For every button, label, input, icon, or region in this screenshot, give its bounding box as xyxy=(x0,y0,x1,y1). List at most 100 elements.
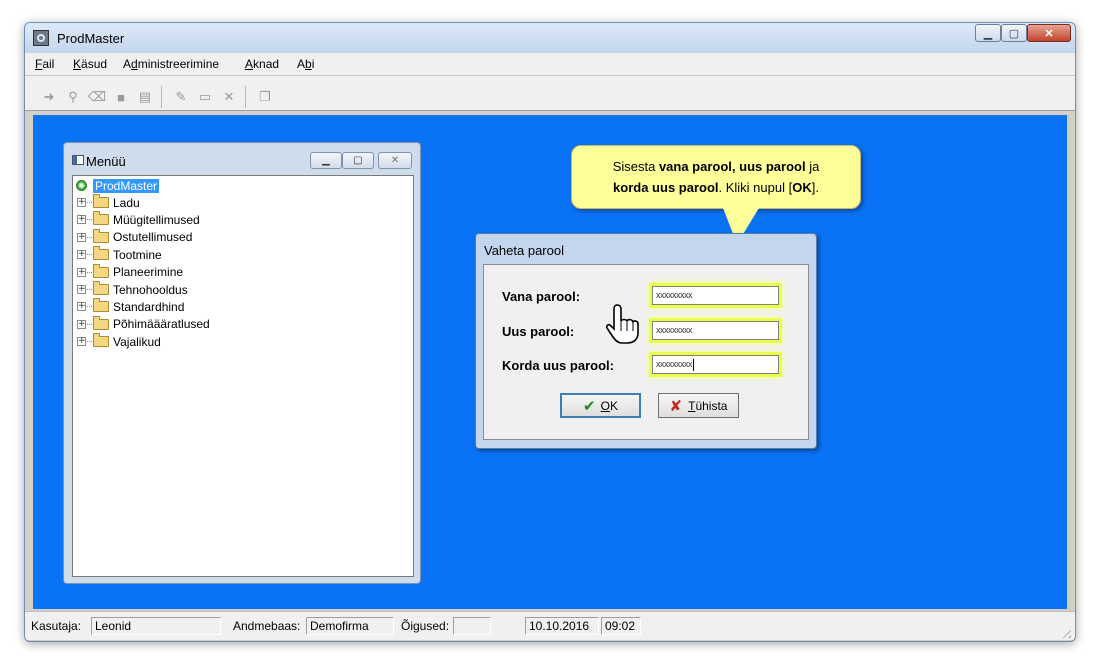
change-password-dialog: Vaheta parool Vana parool: xxxxxxxxx Uus… xyxy=(475,233,817,449)
callout-text: vana parool, uus parool xyxy=(658,159,806,174)
tree-item[interactable]: + Ostutellimused xyxy=(73,228,192,246)
minimize-button[interactable]: ▁ xyxy=(975,24,1001,42)
callout-text: OK xyxy=(792,180,812,195)
tree-connector xyxy=(87,306,92,308)
tree-item-label: Müügitellimused xyxy=(113,212,200,227)
callout-text: . Kliki nupul [ xyxy=(718,180,793,195)
tree-connector xyxy=(87,289,92,290)
folder-icon xyxy=(93,315,109,330)
expand-icon[interactable]: + xyxy=(77,232,86,242)
menu-window-title: Menüü xyxy=(86,154,126,169)
time-value: 09:02 xyxy=(601,617,641,635)
menu-administreerimine[interactable]: Administreerimine xyxy=(123,57,219,71)
ok-button[interactable]: ✔ OK xyxy=(560,393,641,418)
window-icon xyxy=(72,155,84,165)
tree-item[interactable]: + Standardhind xyxy=(73,298,184,315)
folder-icon xyxy=(93,246,109,261)
tree-item-label: Planeerimine xyxy=(113,265,184,280)
close-button[interactable]: ✕ xyxy=(1027,24,1071,42)
menu-abi[interactable]: Abi xyxy=(297,57,314,71)
open-folder-icon[interactable]: ▭ xyxy=(195,87,215,107)
callout-text: korda uus parool xyxy=(613,180,719,195)
menu-window: Menüü ▁ ▢ ✕ ProdMaster + Ladu + Müügitellimu… xyxy=(63,142,421,584)
tree-item[interactable]: + Müügitellimused xyxy=(73,211,200,228)
tree-connector xyxy=(87,219,92,221)
old-password-field[interactable]: xxxxxxxxx xyxy=(652,286,779,305)
expand-icon[interactable]: + xyxy=(77,198,86,207)
eraser-icon[interactable]: ⌫ xyxy=(87,87,107,107)
date-value: 10.10.2016 xyxy=(525,617,599,635)
tree-item[interactable]: + Vajalikud xyxy=(73,333,161,350)
expand-icon[interactable]: + xyxy=(77,215,86,225)
title-bar[interactable]: ProdMaster ▁ ▢ ✕ xyxy=(25,23,1075,53)
folder-icon xyxy=(93,263,109,278)
tree-connector xyxy=(87,271,92,273)
cross-icon: ✘ xyxy=(669,396,683,415)
minimize-button[interactable]: ▁ xyxy=(310,152,342,169)
window-title: ProdMaster xyxy=(57,31,125,46)
folder-icon xyxy=(93,333,109,348)
callout-text: ja xyxy=(805,159,820,174)
close-button[interactable]: ✕ xyxy=(378,152,412,169)
expand-icon[interactable]: + xyxy=(77,337,86,347)
menu-bar: Fail Käsud Administreerimine Aknad Abi xyxy=(25,53,1075,76)
resize-grip[interactable] xyxy=(1059,626,1071,638)
login-icon[interactable]: ➜ xyxy=(39,87,59,107)
tree-item[interactable]: + Tehnohooldus xyxy=(73,281,188,298)
folder-icon xyxy=(93,298,109,313)
expand-icon[interactable]: + xyxy=(77,267,86,277)
user-value: Leonid xyxy=(91,617,221,635)
new-doc-icon[interactable]: ✎ xyxy=(171,87,191,107)
tree-item-label: Põhimäääratlused xyxy=(113,317,210,332)
rights-label: Õigused: xyxy=(401,619,450,633)
expand-icon[interactable]: + xyxy=(77,302,86,312)
rights-value xyxy=(453,617,491,635)
stop-icon[interactable]: ■ xyxy=(111,87,131,107)
tree-connector xyxy=(87,341,92,343)
maximize-button[interactable]: ▢ xyxy=(1001,24,1027,42)
copy-window-icon[interactable]: ❐ xyxy=(255,87,275,107)
database-label: Andmebaas: xyxy=(233,619,301,633)
expand-icon[interactable]: + xyxy=(77,250,86,260)
tree-item[interactable]: + Planeerimine xyxy=(73,263,184,281)
callout-text: ]. xyxy=(811,180,819,195)
tree-item[interactable]: + Ladu xyxy=(73,194,140,211)
user-label: Kasutaja: xyxy=(31,619,82,633)
menu-fail[interactable]: Fail xyxy=(35,57,54,71)
tree-item-label: Vajalikud xyxy=(113,334,161,349)
callout-text: Sisesta xyxy=(612,159,659,174)
expand-icon[interactable]: + xyxy=(77,285,86,294)
cancel-button[interactable]: ✘ Tühista xyxy=(658,393,739,418)
expand-icon[interactable]: + xyxy=(77,319,86,329)
main-window: ProdMaster ▁ ▢ ✕ Fail Käsud Administreerim… xyxy=(24,22,1076,642)
tree-item-label: Standardhind xyxy=(113,299,185,314)
find-icon[interactable]: ⚲ xyxy=(63,87,83,107)
tree-item[interactable]: + Tootmine xyxy=(73,246,162,263)
tree-connector xyxy=(87,254,92,256)
new-password-field[interactable]: xxxxxxxxx xyxy=(652,321,779,340)
mdi-workspace: Menüü ▁ ▢ ✕ ProdMaster + Ladu + Müügitellimu… xyxy=(33,115,1067,609)
menu-aknad[interactable]: Aknad xyxy=(245,57,279,71)
toolbar: ➜ ⚲ ⌫ ■ ▤ ✎ ▭ ✕ ❐ xyxy=(25,76,1075,111)
tree-item-label: Tootmine xyxy=(113,247,162,262)
tree-item-label: Tehnohooldus xyxy=(113,282,188,297)
folder-icon xyxy=(93,228,109,243)
page-icon[interactable]: ▤ xyxy=(135,87,155,107)
menu-ksud[interactable]: Käsud xyxy=(73,57,107,71)
tree-root-label: ProdMaster xyxy=(93,178,160,193)
repeat-password-field[interactable]: xxxxxxxxx xyxy=(652,355,779,374)
ok-label: OK xyxy=(600,398,618,413)
dialog-body: Vana parool: xxxxxxxxx Uus parool: xxxxx… xyxy=(483,264,809,440)
tree-item[interactable]: + Põhimäääratlused xyxy=(73,315,210,333)
tree-root[interactable]: ProdMaster xyxy=(73,177,160,194)
tree-item-label: Ladu xyxy=(113,195,140,210)
hand-cursor-icon xyxy=(605,304,639,344)
toolbar-separator xyxy=(161,86,162,108)
status-bar: Kasutaja: Leonid Andmebaas: Demofirma Õi… xyxy=(25,611,1075,640)
maximize-button[interactable]: ▢ xyxy=(342,152,374,169)
instruction-callout: Sisesta vana parool, uus parool ja korda… xyxy=(571,145,861,209)
delete-icon[interactable]: ✕ xyxy=(219,87,239,107)
tree-connector xyxy=(87,323,92,325)
tree-connector xyxy=(87,202,92,203)
tree-connector xyxy=(87,236,92,238)
